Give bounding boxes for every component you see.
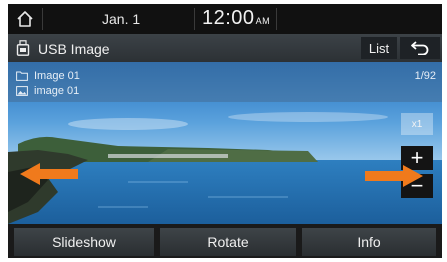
- file-info-overlay: Image 01 image 01 1/92: [8, 62, 442, 102]
- status-clock: 12:00AM: [202, 7, 270, 30]
- home-button[interactable]: [12, 7, 38, 31]
- zoom-level: x1: [401, 113, 433, 135]
- folder-icon: [16, 71, 28, 81]
- image-viewer-screen: Jan. 1 12:00AM USB Image List Image 01 i…: [8, 4, 442, 258]
- slideshow-button[interactable]: Slideshow: [14, 228, 154, 256]
- page-title: USB Image: [38, 41, 110, 57]
- file-name: image 01: [34, 85, 80, 97]
- list-button[interactable]: List: [361, 37, 397, 59]
- clock-time: 12:00: [202, 7, 255, 29]
- status-bar: Jan. 1 12:00AM: [8, 4, 442, 34]
- image-icon: [16, 86, 28, 96]
- back-button[interactable]: [400, 37, 440, 59]
- left-arrow-icon[interactable]: [18, 161, 80, 187]
- bottom-toolbar: Slideshow Rotate Info: [8, 224, 442, 258]
- clock-ampm: AM: [255, 16, 271, 26]
- status-divider: [42, 8, 43, 30]
- back-icon: [411, 41, 429, 55]
- info-button[interactable]: Info: [302, 228, 436, 256]
- rotate-button[interactable]: Rotate: [160, 228, 296, 256]
- status-divider: [194, 8, 195, 30]
- right-arrow-icon[interactable]: [363, 163, 425, 189]
- status-divider: [276, 8, 277, 30]
- folder-name: Image 01: [34, 70, 80, 82]
- status-date: Jan. 1: [102, 11, 141, 27]
- image-display[interactable]: Image 01 image 01 1/92 x1 + −: [8, 62, 442, 224]
- title-bar: USB Image List: [8, 34, 442, 62]
- home-icon: [17, 11, 33, 27]
- image-counter: 1/92: [414, 70, 436, 82]
- usb-icon: [16, 40, 30, 56]
